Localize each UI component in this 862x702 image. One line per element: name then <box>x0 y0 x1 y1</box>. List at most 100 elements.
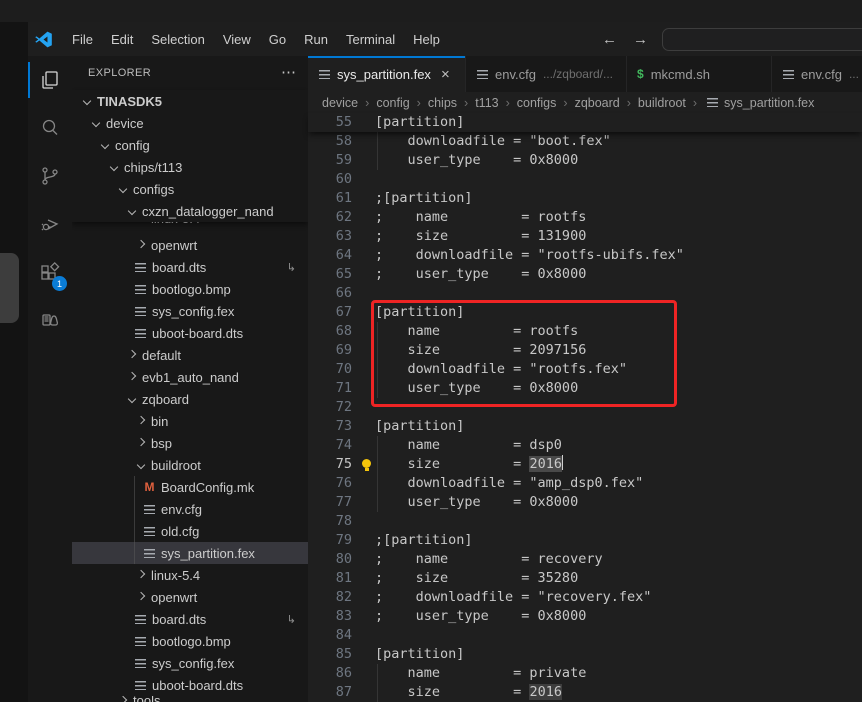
breadcrumb-item[interactable]: t113 <box>475 96 498 110</box>
extensions-icon[interactable]: 1 <box>28 248 72 296</box>
code-line[interactable]: 67[partition] <box>308 303 862 322</box>
tree-folder-cxzn-datalogger-nand[interactable]: cxzn_datalogger_nand <box>72 200 308 222</box>
tree-folder-bin[interactable]: bin <box>72 410 308 432</box>
code-line[interactable]: 73[partition] <box>308 417 862 436</box>
tree-folder-default[interactable]: default <box>72 344 308 366</box>
tree-file-env-cfg[interactable]: env.cfg <box>72 498 308 520</box>
tree-folder-openwrt[interactable]: openwrt <box>72 586 308 608</box>
tree-folder-configs[interactable]: configs <box>72 178 308 200</box>
tree-folder-openwrt[interactable]: openwrt <box>72 234 308 256</box>
tree-folder-zqboard[interactable]: zqboard <box>72 388 308 410</box>
code-line[interactable]: 82; downloadfile = "recovery.fex" <box>308 588 862 607</box>
explorer-icon[interactable] <box>28 56 72 104</box>
menu-item-go[interactable]: Go <box>260 28 295 51</box>
tree-file-uboot-board-dts[interactable]: uboot-board.dts <box>72 674 308 696</box>
tree-folder-device[interactable]: device <box>72 112 308 134</box>
code-line[interactable]: 70 downloadfile = "rootfs.fex" <box>308 360 862 379</box>
menu-item-run[interactable]: Run <box>295 28 337 51</box>
tree-folder-linux-5-4[interactable]: linux-5.4 <box>72 222 308 234</box>
menu-item-terminal[interactable]: Terminal <box>337 28 404 51</box>
tree-file-uboot-board-dts[interactable]: uboot-board.dts <box>72 322 308 344</box>
back-arrow-icon[interactable]: ← <box>594 31 625 48</box>
code-line[interactable]: 71 user_type = 0x8000 <box>308 379 862 398</box>
tree-file-board-dts[interactable]: board.dts↳ <box>72 256 308 278</box>
embedded-linux-icon[interactable] <box>28 296 72 344</box>
tab-env-cfg[interactable]: env.cfg... <box>772 56 862 92</box>
run-debug-icon[interactable] <box>28 200 72 248</box>
code-line[interactable]: 62; name = rootfs <box>308 208 862 227</box>
tree-folder-buildroot[interactable]: buildroot <box>72 454 308 476</box>
code-line[interactable]: 86 name = private <box>308 664 862 683</box>
code-line[interactable]: 79;[partition] <box>308 531 862 550</box>
menu-item-selection[interactable]: Selection <box>142 28 213 51</box>
breadcrumb-item[interactable]: chips <box>428 96 457 110</box>
symlink-indicator-icon: ↳ <box>287 613 296 626</box>
code-line[interactable]: 63; size = 131900 <box>308 227 862 246</box>
tree-file-sys-config-fex[interactable]: sys_config.fex <box>72 652 308 674</box>
code-line[interactable]: 74 name = dsp0 <box>308 436 862 455</box>
code-line[interactable]: 80; name = recovery <box>308 550 862 569</box>
menu-item-file[interactable]: File <box>63 28 102 51</box>
tree-folder-bsp[interactable]: bsp <box>72 432 308 454</box>
source-control-icon[interactable] <box>28 152 72 200</box>
tree-file-bootlogo-bmp[interactable]: bootlogo.bmp <box>72 630 308 652</box>
explorer-more-actions-icon[interactable]: ⋯ <box>281 68 296 78</box>
tree-folder-config[interactable]: config <box>72 134 308 156</box>
tree-file-sys-partition-fex[interactable]: sys_partition.fex <box>72 542 308 564</box>
breadcrumb[interactable]: device›config›chips›t113›configs›zqboard… <box>308 92 862 113</box>
tree-folder-tools[interactable]: tools <box>72 696 308 702</box>
code-line[interactable]: 69 size = 2097156 <box>308 341 862 360</box>
code-line[interactable]: 68 name = rootfs <box>308 322 862 341</box>
code-line[interactable]: 85[partition] <box>308 645 862 664</box>
menu-item-view[interactable]: View <box>214 28 260 51</box>
code-line[interactable]: 83; user_type = 0x8000 <box>308 607 862 626</box>
tab-close-icon[interactable]: × <box>441 66 450 83</box>
code-line[interactable]: 84 <box>308 626 862 645</box>
search-icon[interactable] <box>28 104 72 152</box>
forward-arrow-icon[interactable]: → <box>625 31 656 48</box>
code-line[interactable]: 58 downloadfile = "boot.fex" <box>308 132 862 151</box>
code-line[interactable]: 75 size = 2016 <box>308 455 862 474</box>
tree-folder-tinasdk5[interactable]: TINASDK5 <box>72 90 308 112</box>
code-line[interactable]: 72 <box>308 398 862 417</box>
code-line[interactable]: 65; user_type = 0x8000 <box>308 265 862 284</box>
code-line[interactable]: 87 size = 2016 <box>308 683 862 702</box>
breadcrumb-item[interactable]: configs <box>517 96 557 110</box>
file-list-icon <box>134 613 147 626</box>
breadcrumb-item[interactable]: buildroot <box>638 96 686 110</box>
tree-folder-chips-t113[interactable]: chips/t113 <box>72 156 308 178</box>
tree-item-label: cxzn_datalogger_nand <box>142 204 274 219</box>
code-line[interactable]: 59 user_type = 0x8000 <box>308 151 862 170</box>
breadcrumb-file[interactable]: sys_partition.fex <box>704 96 814 110</box>
code-line[interactable]: 78 <box>308 512 862 531</box>
code-line[interactable]: 77 user_type = 0x8000 <box>308 493 862 512</box>
tab-mkcmd-sh[interactable]: $mkcmd.sh <box>627 56 772 92</box>
breadcrumb-item[interactable]: device <box>322 96 358 110</box>
code-line[interactable]: 76 downloadfile = "amp_dsp0.fex" <box>308 474 862 493</box>
tree-file-boardconfig-mk[interactable]: MBoardConfig.mk <box>72 476 308 498</box>
code-line[interactable]: 60 <box>308 170 862 189</box>
tree-folder-linux-5-4[interactable]: linux-5.4 <box>72 564 308 586</box>
lightbulb-icon[interactable] <box>361 459 372 470</box>
breadcrumb-separator: › <box>693 96 697 110</box>
menu-item-edit[interactable]: Edit <box>102 28 142 51</box>
breadcrumb-item[interactable]: config <box>376 96 409 110</box>
tab-env-cfg[interactable]: env.cfg.../zqboard/... <box>466 56 627 92</box>
code-line[interactable]: 61;[partition] <box>308 189 862 208</box>
tree-file-sys-config-fex[interactable]: sys_config.fex <box>72 300 308 322</box>
menu-item-help[interactable]: Help <box>404 28 449 51</box>
sticky-scroll-line[interactable]: 55[partition] <box>308 113 862 132</box>
tree-file-old-cfg[interactable]: old.cfg <box>72 520 308 542</box>
command-center-searchbox[interactable] <box>662 28 862 51</box>
tree-item-label: sys_config.fex <box>152 304 234 319</box>
tree-file-bootlogo-bmp[interactable]: bootlogo.bmp <box>72 278 308 300</box>
chevron-right-icon <box>134 568 148 582</box>
code-editor[interactable]: 55[partition]58 downloadfile = "boot.fex… <box>308 113 862 702</box>
tree-file-board-dts[interactable]: board.dts↳ <box>72 608 308 630</box>
code-line[interactable]: 64; downloadfile = "rootfs-ubifs.fex" <box>308 246 862 265</box>
breadcrumb-item[interactable]: zqboard <box>575 96 620 110</box>
code-line[interactable]: 81; size = 35280 <box>308 569 862 588</box>
code-line[interactable]: 66 <box>308 284 862 303</box>
tab-sys-partition-fex[interactable]: sys_partition.fex× <box>308 56 466 92</box>
tree-folder-evb1-auto-nand[interactable]: evb1_auto_nand <box>72 366 308 388</box>
